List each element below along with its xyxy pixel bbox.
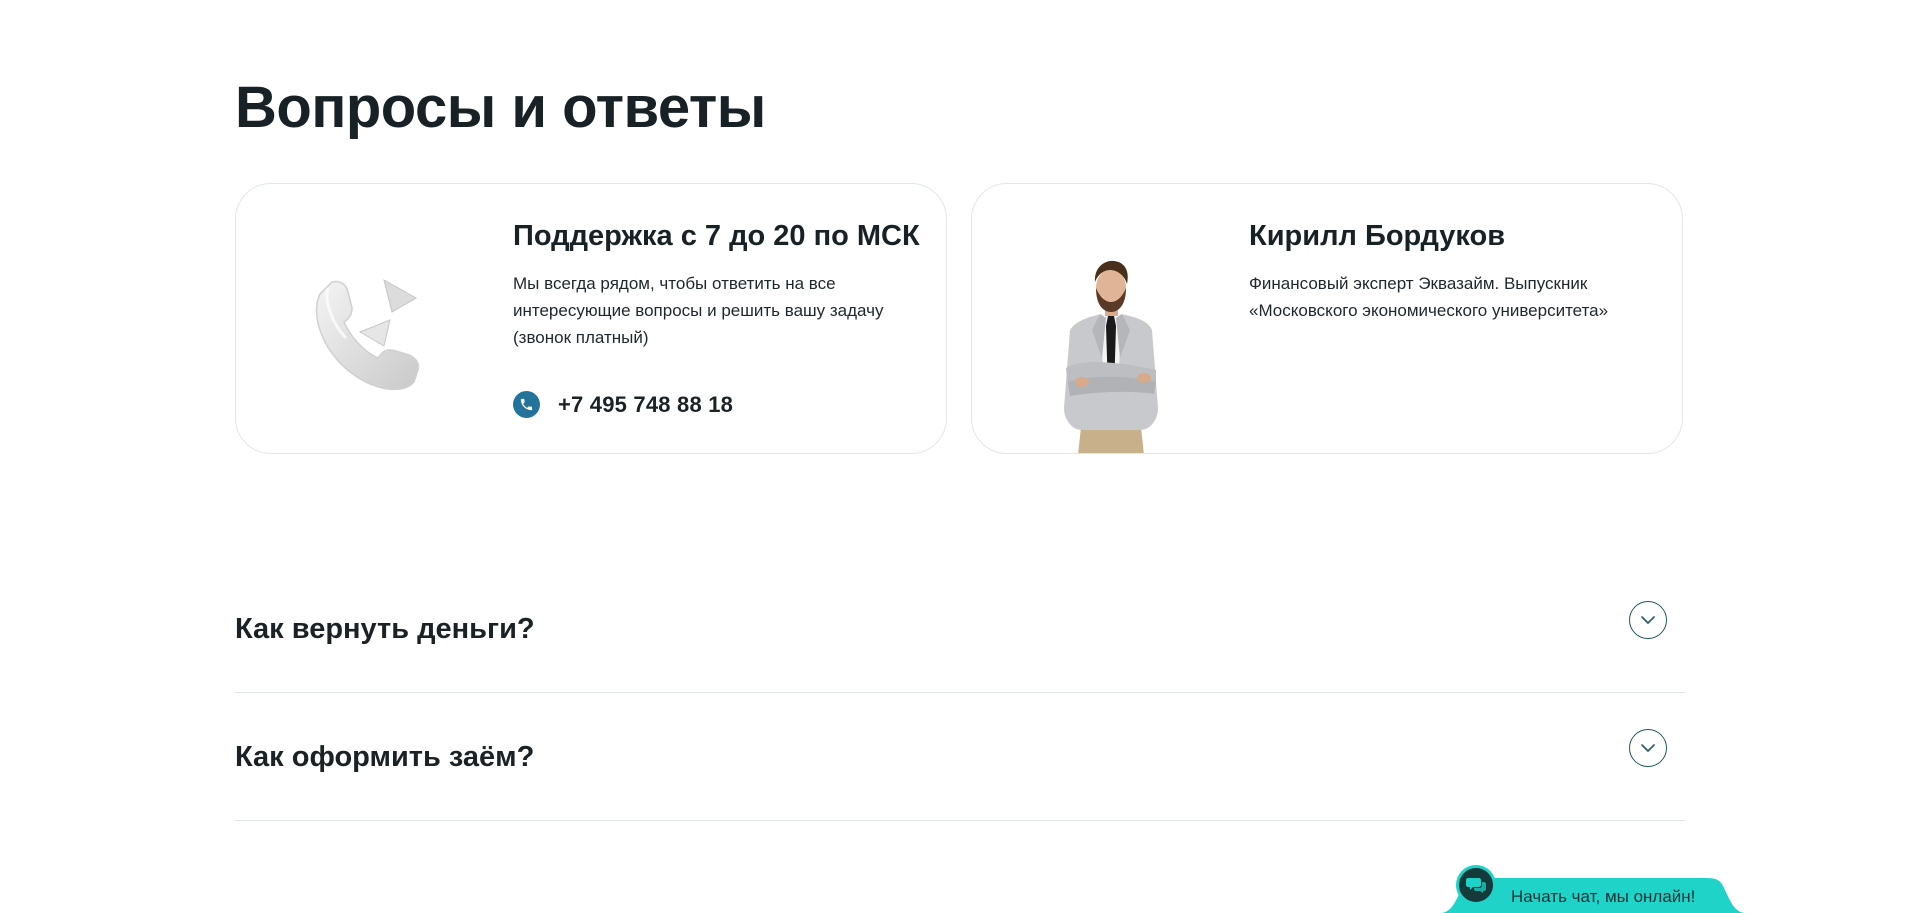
- support-phone-link[interactable]: +7 495 748 88 18: [513, 391, 733, 418]
- faq-page: Вопросы и ответы Поддержка с 7 до 20 по …: [0, 0, 1920, 913]
- phone-number: +7 495 748 88 18: [558, 391, 734, 417]
- phone-icon: [513, 391, 540, 418]
- support-card: Поддержка с 7 до 20 по МСК Мы всегда ряд…: [235, 183, 947, 454]
- section-title: Вопросы и ответы: [235, 75, 766, 140]
- chevron-down-icon[interactable]: [1629, 729, 1667, 767]
- chevron-down-icon[interactable]: [1629, 601, 1667, 639]
- chat-bubbles-icon: [1456, 865, 1496, 905]
- expert-name: Кирилл Бордуков: [1249, 220, 1506, 252]
- faq-item-return-money[interactable]: Как вернуть деньги?: [235, 565, 1685, 693]
- faq-question: Как оформить заём?: [235, 741, 535, 773]
- expert-card: Кирилл Бордуков Финансовый эксперт Экваз…: [971, 183, 1683, 454]
- support-title: Поддержка с 7 до 20 по МСК: [513, 220, 920, 252]
- faq-item-get-loan[interactable]: Как оформить заём?: [235, 693, 1685, 821]
- support-description: Мы всегда рядом, чтобы ответить на все и…: [513, 274, 884, 347]
- expert-description: Финансовый эксперт Эквазайм. Выпускник «…: [1249, 274, 1609, 320]
- expert-photo: [1052, 258, 1170, 453]
- chat-widget-label: Начать чат, мы онлайн!: [1511, 887, 1696, 906]
- phone-handset-illustration: [306, 266, 446, 396]
- chat-widget-button[interactable]: Начать чат, мы онлайн!: [1440, 864, 1746, 913]
- faq-question: Как вернуть деньги?: [235, 613, 535, 645]
